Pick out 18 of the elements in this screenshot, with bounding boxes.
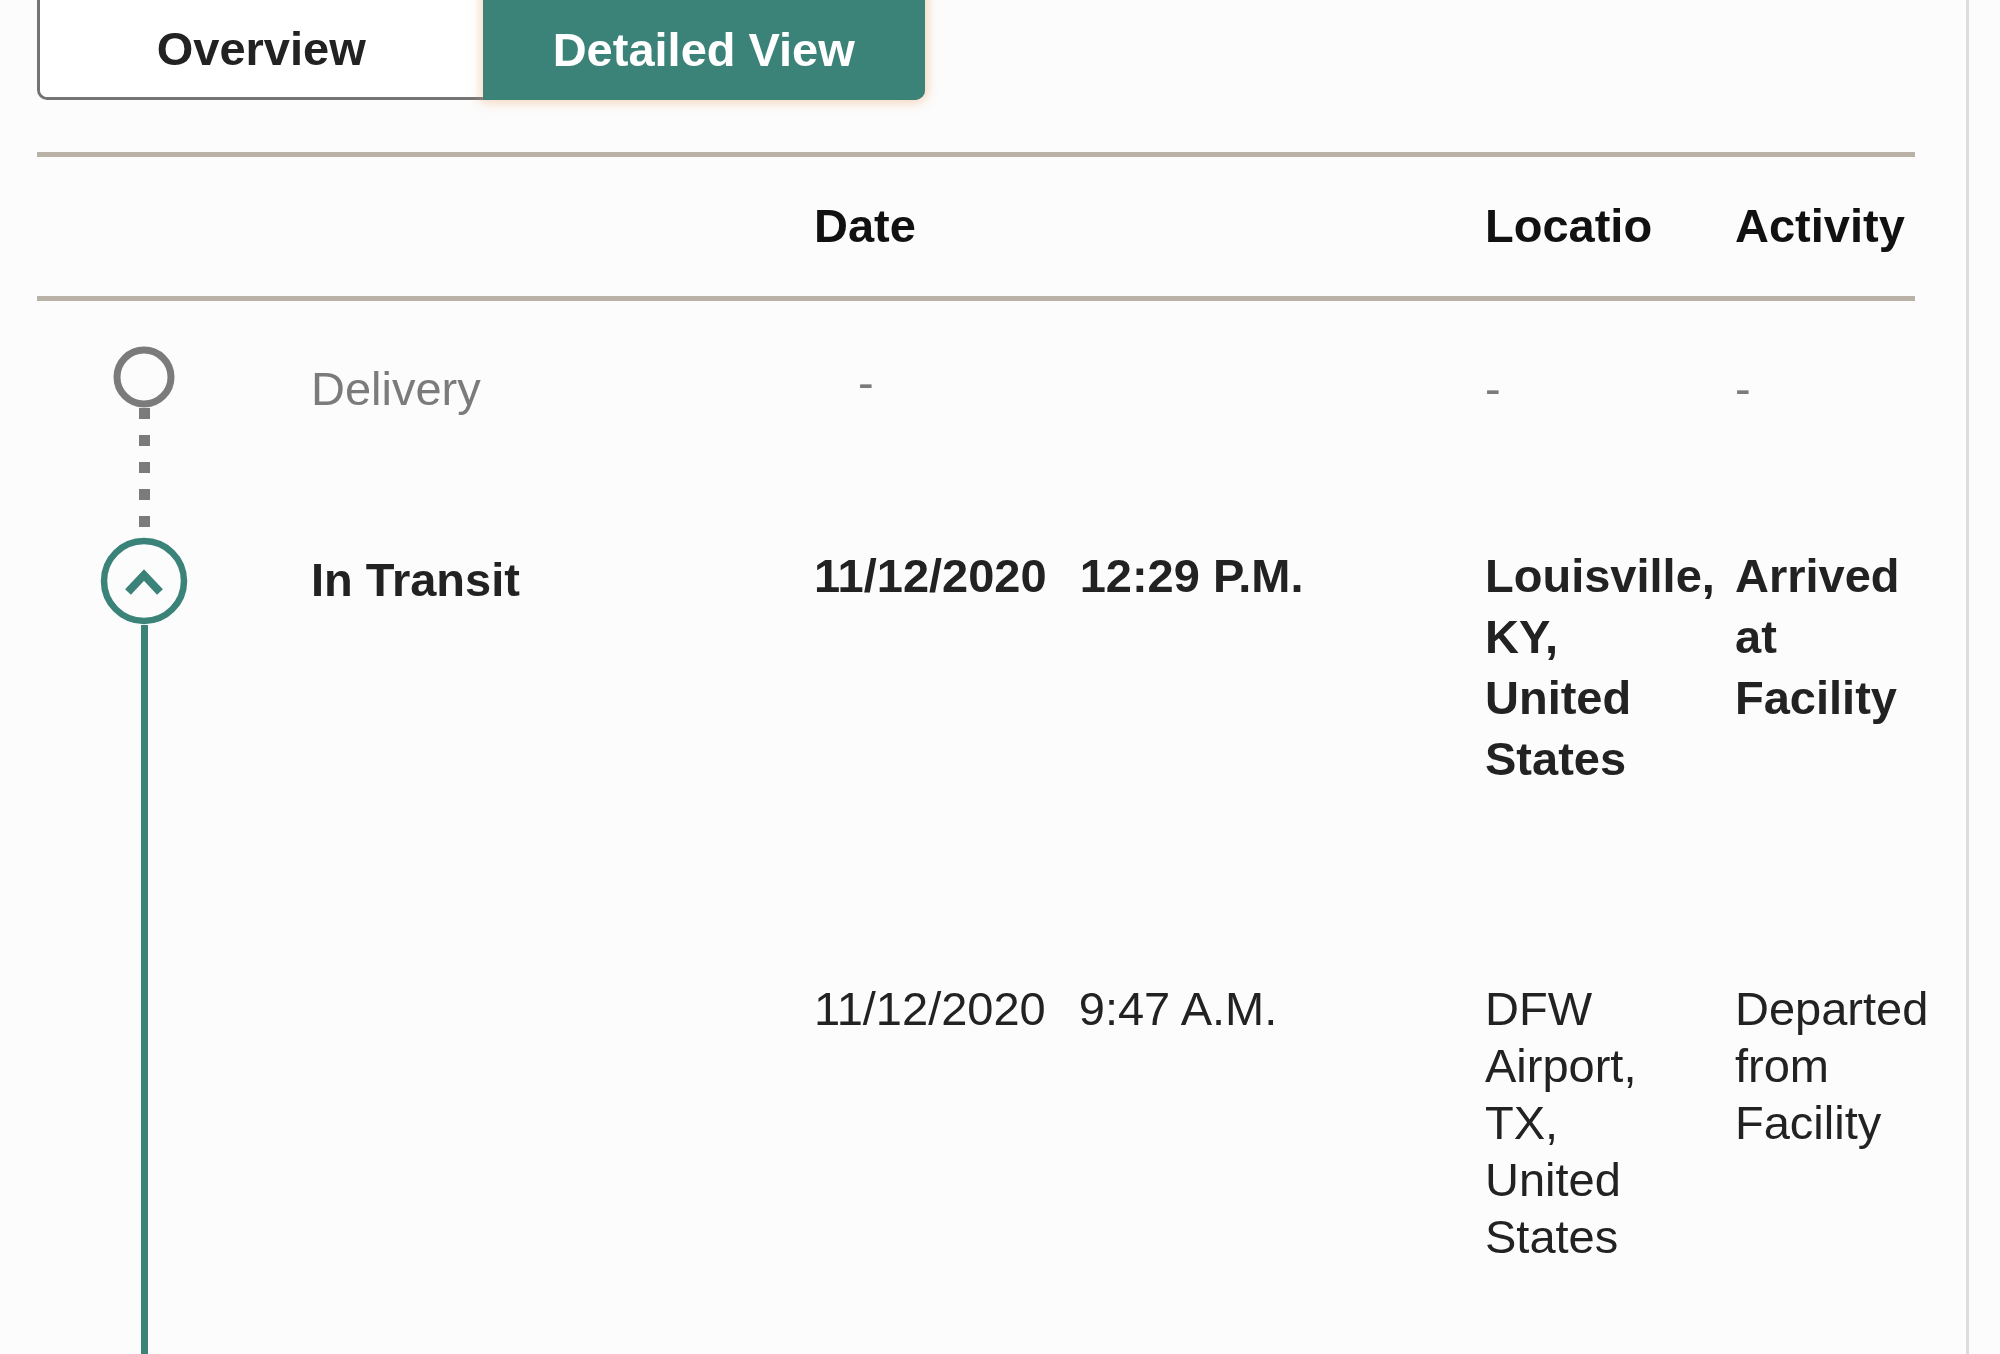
activity-text: Arrived at Facility — [1735, 548, 1901, 726]
date-text: - — [857, 355, 874, 411]
status-label: In Transit — [311, 552, 520, 608]
tab[interactable]: Detailed View — [482, 0, 925, 100]
time-text: 12:29 P.M. — [1079, 548, 1304, 604]
date-text: 11/12/2020 — [814, 981, 1046, 1037]
column-header: Activity — [1735, 198, 1905, 255]
activity-text: - — [1735, 361, 1751, 417]
activity-text: Departed from Facility — [1735, 981, 1930, 1151]
chevron-up-circle-icon[interactable] — [100, 537, 188, 625]
location-text: Louisville, KY, United States — [1485, 548, 1715, 787]
time-text: 9:47 A.M. — [1078, 981, 1278, 1037]
column-header: Locatio — [1485, 198, 1653, 255]
location-text: DFW Airport, TX, United States — [1485, 981, 1638, 1265]
location-text: - — [1485, 361, 1501, 417]
column-header: Date — [814, 198, 916, 255]
date-text: 11/12/2020 — [814, 548, 1047, 604]
status-label: Delivery — [311, 361, 481, 417]
